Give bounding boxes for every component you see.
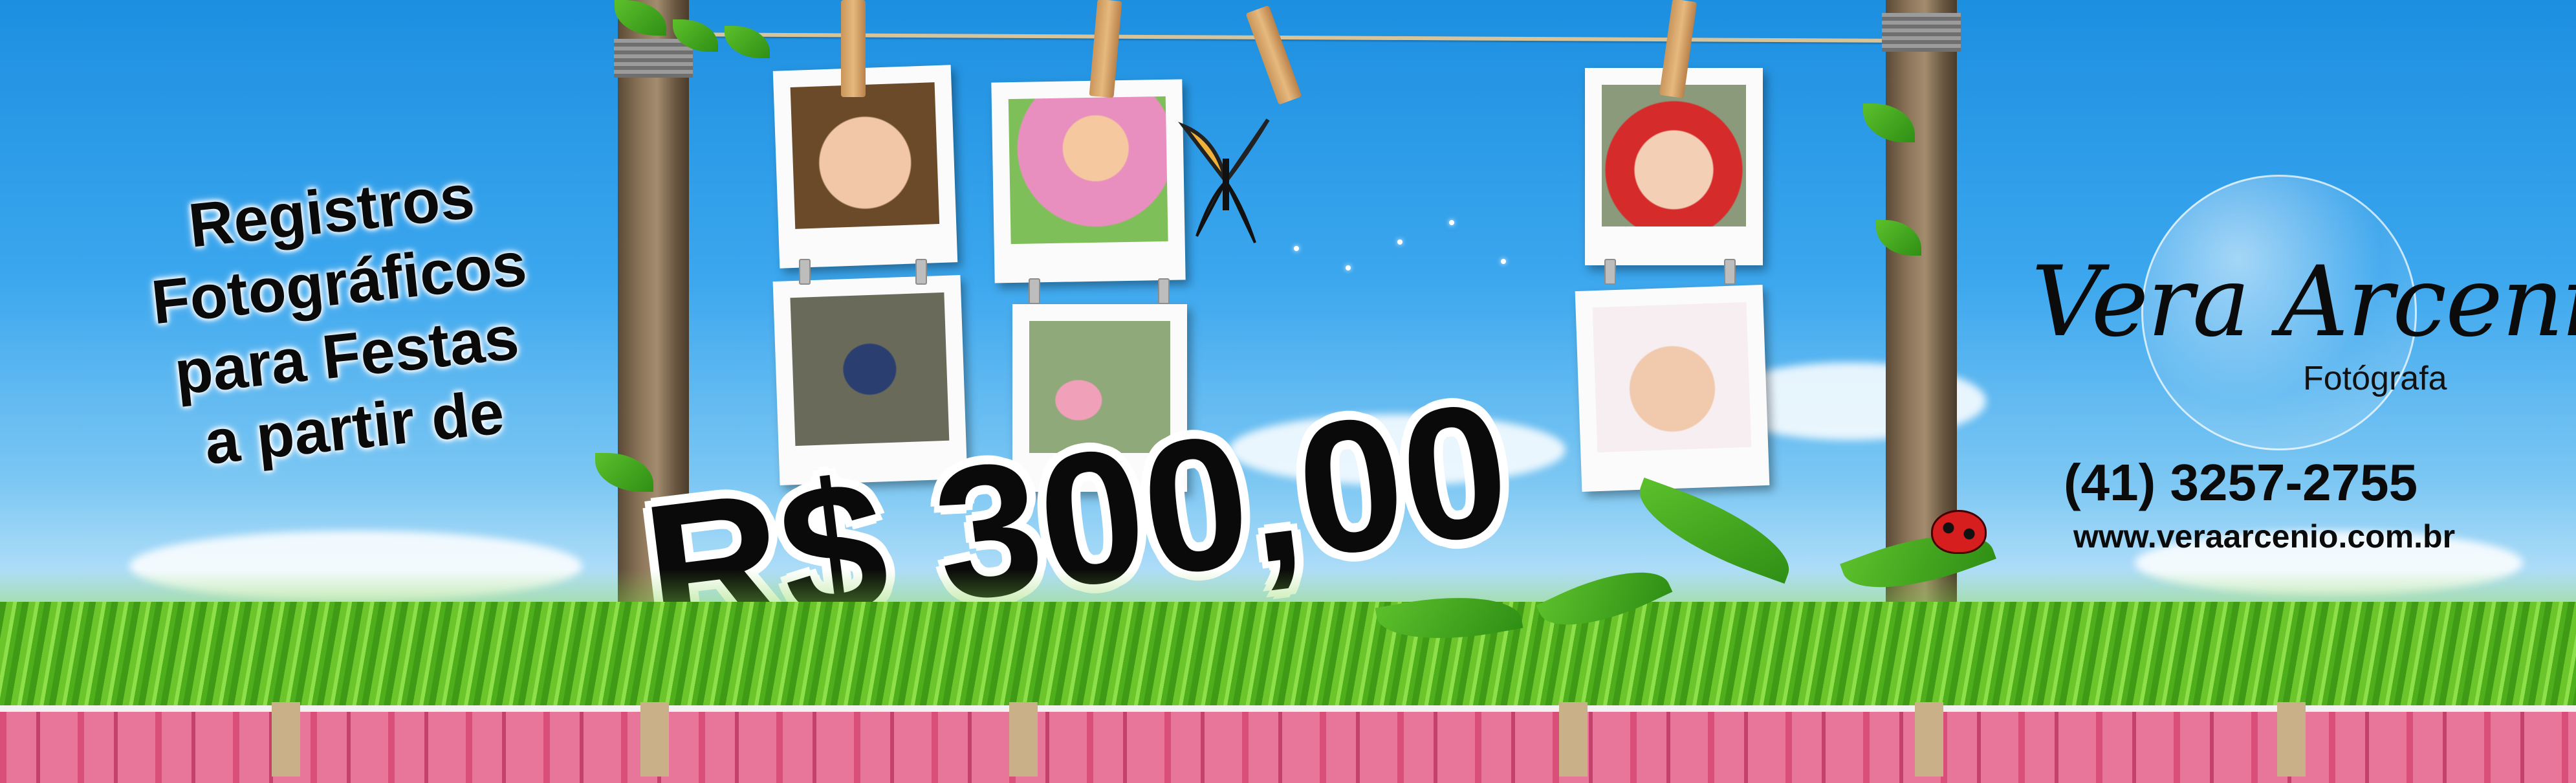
fence-post	[2277, 702, 2306, 777]
photo-clip	[799, 259, 811, 285]
website-link[interactable]: www.veraarcenio.com.br	[2073, 518, 2455, 555]
sparkle	[1294, 246, 1299, 251]
photo-frame	[1575, 285, 1770, 492]
headline: Registros Fotográficos para Festas a par…	[64, 148, 622, 491]
brand-name: Vera Arcenio	[2031, 246, 2576, 358]
photo-toddler-walking	[790, 292, 950, 447]
grass	[0, 602, 2576, 712]
pink-fence	[0, 705, 2576, 783]
photo-clip	[1029, 278, 1040, 304]
fence-post	[272, 702, 300, 777]
photo-doll-princess	[1008, 96, 1168, 245]
clothespin	[841, 0, 866, 97]
fence-post	[1915, 702, 1943, 777]
photo-baby-bear-costume	[790, 82, 940, 229]
sparkle	[1449, 220, 1454, 225]
photo-frame	[991, 79, 1186, 283]
brand-role: Fotógrafa	[2303, 360, 2447, 397]
photo-clip	[1724, 259, 1736, 285]
fence-post	[1559, 702, 1588, 777]
fence-post	[1009, 702, 1038, 777]
sparkle	[1397, 239, 1403, 245]
photo-frame	[1585, 68, 1763, 265]
photo-clip	[915, 259, 927, 285]
sparkle	[1346, 265, 1351, 270]
post-rope-band	[1882, 13, 1961, 52]
sparkle	[1501, 259, 1506, 264]
photo-clip	[1158, 278, 1170, 304]
butterfly-icon	[1177, 118, 1270, 243]
phone-number: (41) 3257-2755	[2064, 454, 2418, 511]
ladybug-icon	[1931, 510, 1987, 554]
photo-clip	[1604, 259, 1616, 285]
fence-post	[640, 702, 669, 777]
post-rope-band	[614, 39, 693, 78]
photo-baby-white-hat	[1592, 302, 1752, 453]
photo-baby-red-hat	[1602, 85, 1746, 226]
